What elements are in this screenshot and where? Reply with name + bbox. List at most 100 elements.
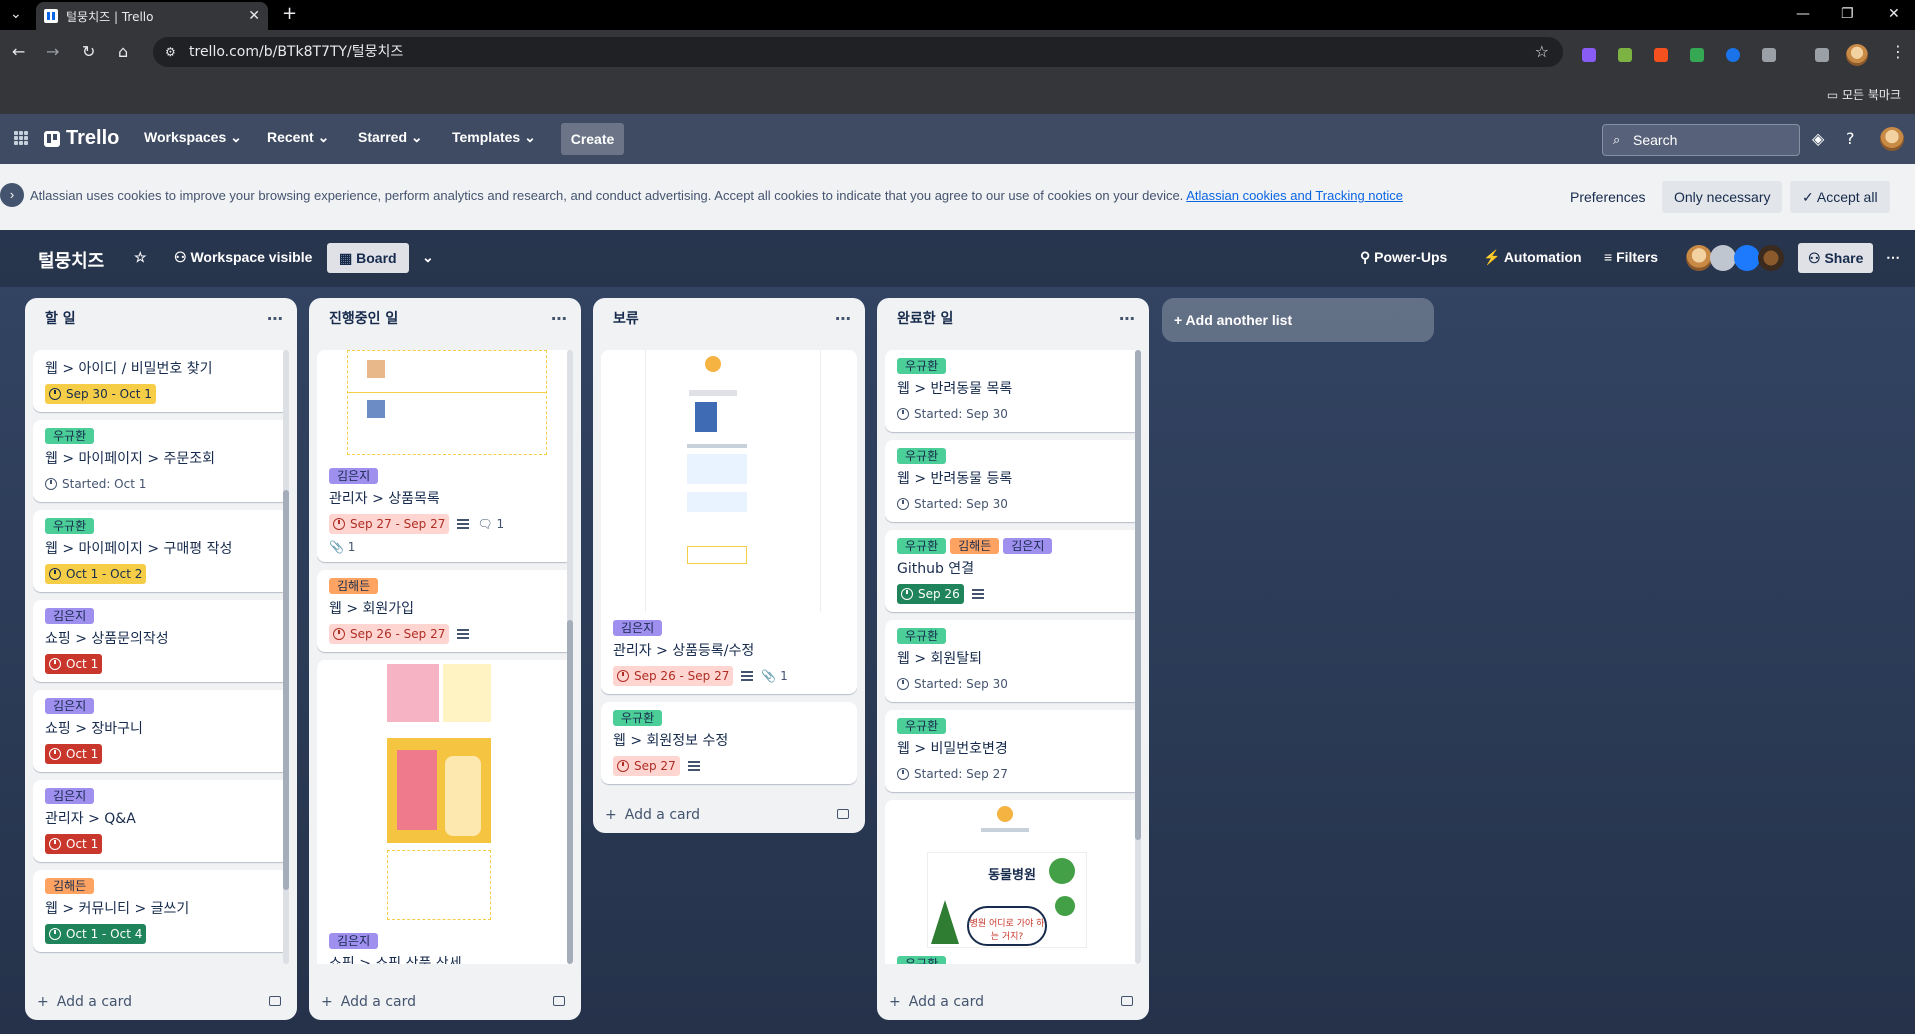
- list-title[interactable]: 완료한 일: [897, 308, 953, 328]
- card-label[interactable]: 김은지: [45, 788, 95, 804]
- due-date-badge[interactable]: Sep 26: [897, 584, 964, 604]
- card[interactable]: 김은지 쇼핑 > 상품문의작성 Oct 1: [33, 600, 289, 682]
- board-view-button[interactable]: ▦ Board: [327, 243, 409, 273]
- new-tab-icon[interactable]: +: [282, 3, 297, 24]
- card-label[interactable]: 우규환: [897, 358, 947, 374]
- extension-icon[interactable]: [1690, 48, 1704, 62]
- card-template-icon[interactable]: [553, 996, 565, 1006]
- due-date-badge[interactable]: Sep 26 - Sep 27: [613, 666, 734, 686]
- card-label[interactable]: 김은지: [1003, 538, 1053, 554]
- menu-recent[interactable]: Recent ⌄: [267, 129, 329, 146]
- due-date-badge[interactable]: Sep 30 - Oct 1: [45, 384, 156, 404]
- card[interactable]: 우규환 웹 > 반려동물 목록 Started: Sep 30: [885, 350, 1141, 432]
- card[interactable]: 우규환 웹 > 마이페이지 > 주문조회 Started: Oct 1: [33, 420, 289, 502]
- card-label[interactable]: 김은지: [45, 698, 95, 714]
- list-title[interactable]: 진행중인 일: [329, 308, 398, 328]
- extension-icon[interactable]: [1618, 48, 1632, 62]
- list-title[interactable]: 할 일: [45, 308, 76, 328]
- menu-templates[interactable]: Templates ⌄: [452, 129, 536, 146]
- extension-icon[interactable]: [1654, 48, 1668, 62]
- card[interactable]: 우규환 웹 > 마이페이지 > 구매평 작성 Oct 1 - Oct 2: [33, 510, 289, 592]
- card[interactable]: 김은지 관리자 > 상품등록/수정 Sep 26 - Sep 27 📎 1: [601, 350, 857, 694]
- card[interactable]: 김은지 관리자 > 상품목록 Sep 27 - Sep 27 🗨 1 📎 1: [317, 350, 573, 562]
- menu-workspaces[interactable]: Workspaces ⌄: [144, 129, 242, 146]
- board-name[interactable]: 털뭉치즈: [38, 247, 104, 273]
- board-menu-icon[interactable]: ⋯: [1886, 249, 1900, 266]
- member-avatar[interactable]: [1758, 245, 1784, 271]
- accept-all-button[interactable]: ✓ Accept all: [1790, 181, 1890, 213]
- card-label[interactable]: 우규환: [897, 718, 947, 734]
- create-button[interactable]: Create: [561, 123, 624, 155]
- list-header[interactable]: 완료한 일 ⋯: [877, 298, 1149, 338]
- add-card-button[interactable]: + Add a card: [889, 994, 984, 1010]
- card-label[interactable]: 김해든: [950, 538, 1000, 554]
- card-label[interactable]: 우규환: [897, 956, 947, 964]
- profile-avatar[interactable]: [1846, 44, 1868, 66]
- preferences-button[interactable]: Preferences: [1558, 181, 1657, 213]
- card[interactable]: 우규환 김해든 김은지 Github 연결 Sep 26: [885, 530, 1141, 612]
- search-input[interactable]: ⌕ Search: [1602, 124, 1800, 156]
- card-label[interactable]: 김해든: [329, 578, 379, 594]
- card-label[interactable]: 김은지: [329, 468, 379, 484]
- due-date-badge[interactable]: Sep 27: [613, 756, 680, 776]
- extension-icon[interactable]: [1726, 48, 1740, 62]
- download-icon[interactable]: [1815, 48, 1829, 62]
- star-board-icon[interactable]: ☆: [134, 249, 147, 266]
- list-scrollbar[interactable]: [283, 350, 289, 964]
- back-icon[interactable]: ←: [12, 42, 25, 61]
- share-button[interactable]: ⚇ Share: [1798, 243, 1873, 273]
- view-switcher-chevron-icon[interactable]: ⌄: [422, 249, 434, 266]
- card[interactable]: 우규환 웹 > 반려동물 등록 Started: Sep 30: [885, 440, 1141, 522]
- card-label[interactable]: 김은지: [329, 933, 379, 949]
- only-necessary-button[interactable]: Only necessary: [1662, 181, 1783, 213]
- due-date-badge[interactable]: Oct 1: [45, 654, 103, 674]
- add-card-button[interactable]: + Add a card: [605, 807, 700, 823]
- bookmark-star-icon[interactable]: ☆: [1535, 37, 1549, 67]
- card-template-icon[interactable]: [269, 996, 281, 1006]
- help-icon[interactable]: ?: [1846, 129, 1855, 148]
- card[interactable]: 우규환 웹 > 회원정보 수정 Sep 27: [601, 702, 857, 784]
- card-label[interactable]: 김은지: [613, 620, 663, 636]
- close-tab-icon[interactable]: ✕: [248, 8, 260, 24]
- list-header[interactable]: 보류 ⋯: [593, 298, 865, 338]
- due-date-badge[interactable]: Oct 1: [45, 834, 103, 854]
- card-label[interactable]: 우규환: [897, 538, 947, 554]
- list-header[interactable]: 할 일 ⋯: [25, 298, 297, 338]
- list-header[interactable]: 진행중인 일 ⋯: [309, 298, 581, 338]
- card-label[interactable]: 김은지: [45, 608, 95, 624]
- list-scrollbar[interactable]: [567, 350, 573, 964]
- due-date-badge[interactable]: Oct 1: [45, 744, 103, 764]
- reload-icon[interactable]: ↻: [82, 42, 95, 61]
- member-avatar[interactable]: [1710, 245, 1736, 271]
- automation-button[interactable]: ⚡ Automation: [1483, 249, 1582, 266]
- app-switcher-icon[interactable]: [14, 131, 28, 145]
- list-menu-icon[interactable]: ⋯: [551, 309, 567, 328]
- member-avatar[interactable]: [1734, 245, 1760, 271]
- add-card-button[interactable]: + Add a card: [321, 994, 416, 1010]
- card-label[interactable]: 우규환: [613, 710, 663, 726]
- due-date-badge[interactable]: Sep 27 - Sep 27: [329, 514, 450, 534]
- due-date-badge[interactable]: Oct 1 - Oct 2: [45, 564, 147, 584]
- account-avatar[interactable]: [1880, 127, 1904, 151]
- list-menu-icon[interactable]: ⋯: [1119, 309, 1135, 328]
- card-label[interactable]: 우규환: [897, 628, 947, 644]
- card[interactable]: 웹 > 아이디 / 비밀번호 찾기 Sep 30 - Oct 1: [33, 350, 289, 412]
- card[interactable]: 우규환 웹 > 비밀번호변경 Started: Sep 27: [885, 710, 1141, 792]
- browser-tab[interactable]: 털뭉치즈 | Trello ✕: [36, 2, 268, 30]
- card-label[interactable]: 우규환: [897, 448, 947, 464]
- visibility-button[interactable]: ⚇ Workspace visible: [174, 249, 312, 266]
- due-date-badge[interactable]: Sep 26 - Sep 27: [329, 624, 450, 644]
- card-template-icon[interactable]: [1121, 996, 1133, 1006]
- card-label[interactable]: 우규환: [45, 428, 95, 444]
- minimize-icon[interactable]: —: [1796, 6, 1810, 22]
- close-window-icon[interactable]: ✕: [1888, 6, 1900, 22]
- card[interactable]: 동물병원 병원 어디로 가야 하는 거지? 우규환: [885, 800, 1141, 964]
- card-label[interactable]: 김해든: [45, 878, 95, 894]
- notifications-icon[interactable]: ◈: [1812, 129, 1824, 148]
- card[interactable]: 김은지 쇼핑 > 쇼핑 상품 상세: [317, 660, 573, 964]
- card[interactable]: 김은지 쇼핑 > 장바구니 Oct 1: [33, 690, 289, 772]
- list-scrollbar[interactable]: [1135, 350, 1141, 964]
- card[interactable]: 우규환 웹 > 회원탈퇴 Started: Sep 30: [885, 620, 1141, 702]
- tab-search-icon[interactable]: ⌄: [10, 6, 22, 22]
- forward-icon[interactable]: →: [46, 42, 59, 61]
